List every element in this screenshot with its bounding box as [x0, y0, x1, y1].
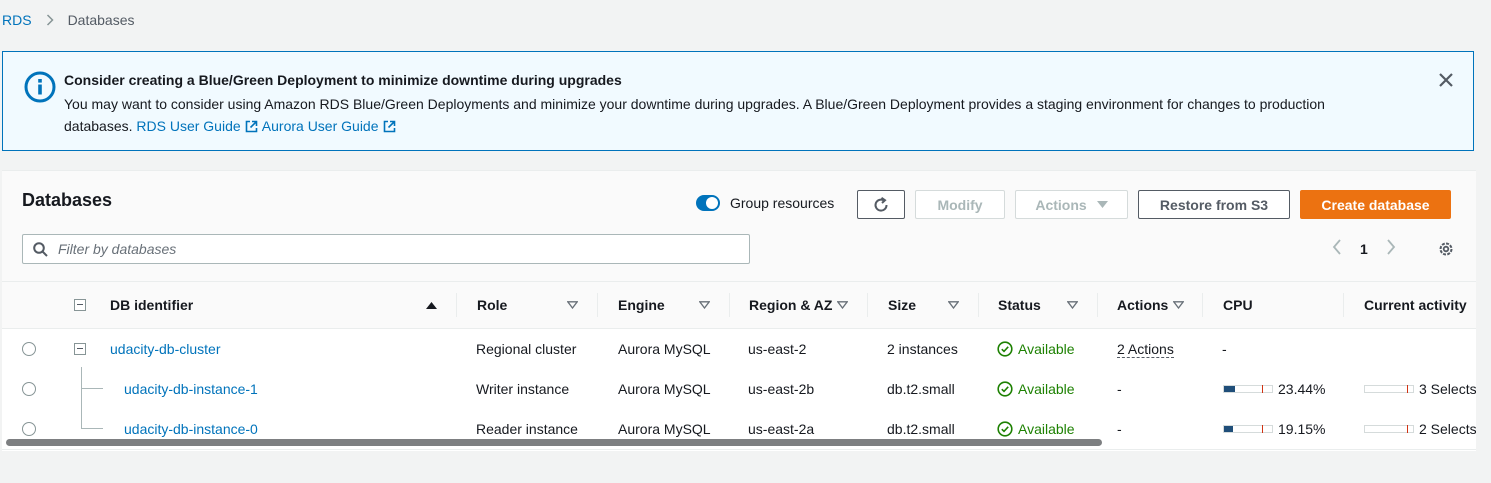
alert-body: You may want to consider using Amazon RD… — [64, 93, 1384, 139]
collapse-all-icon[interactable] — [74, 299, 86, 311]
activity-cell: 3 Selects/ — [1364, 369, 1476, 409]
info-icon — [24, 71, 56, 103]
external-link-icon — [245, 117, 258, 139]
refresh-button[interactable] — [857, 190, 905, 219]
column-status[interactable]: Status — [998, 282, 1041, 328]
chevron-right-icon[interactable] — [1386, 239, 1396, 258]
sort-icon[interactable] — [699, 282, 710, 328]
column-actions[interactable]: Actions — [1117, 282, 1168, 328]
aurora-user-guide-link[interactable]: Aurora User Guide — [262, 118, 379, 134]
pagination: 1 — [1332, 239, 1396, 258]
cpu-utilization-bar — [1223, 425, 1273, 433]
table-header: DB identifier Role Engine Region & AZ Si… — [2, 282, 1476, 329]
column-size[interactable]: Size — [888, 282, 916, 328]
chevron-right-icon — [46, 14, 54, 26]
activity-cell: 2 Selects/ — [1364, 409, 1476, 449]
tree-connector — [81, 428, 103, 429]
check-circle-icon — [997, 421, 1013, 437]
tree-connector — [81, 388, 103, 389]
activity-bar — [1364, 425, 1414, 433]
group-resources-label: Group resources — [730, 195, 835, 211]
check-circle-icon — [997, 381, 1013, 397]
sort-icon[interactable] — [1067, 282, 1078, 328]
role-cell: Writer instance — [476, 381, 570, 397]
role-cell: Regional cluster — [476, 341, 577, 357]
activity-value: 3 Selects/ — [1419, 381, 1476, 397]
rds-user-guide-link[interactable]: RDS User Guide — [136, 118, 240, 134]
external-link-icon — [383, 117, 396, 139]
horizontal-scrollbar[interactable] — [6, 439, 1102, 446]
collapse-row-icon[interactable] — [74, 343, 86, 355]
column-engine[interactable]: Engine — [618, 282, 665, 328]
sort-icon[interactable] — [567, 282, 578, 328]
refresh-icon — [874, 196, 888, 212]
actions-cell: - — [1117, 421, 1122, 437]
engine-cell: Aurora MySQL — [618, 341, 711, 357]
activity-bar — [1364, 385, 1414, 393]
select-all-checkbox[interactable] — [74, 282, 86, 328]
sort-ascending-icon[interactable] — [426, 282, 437, 328]
cpu-cell: - — [1222, 341, 1227, 357]
column-role[interactable]: Role — [477, 282, 507, 328]
page-number[interactable]: 1 — [1360, 241, 1368, 257]
create-database-button[interactable]: Create database — [1300, 190, 1451, 219]
actions-dropdown-button[interactable]: Actions — [1015, 190, 1128, 219]
toggle-switch[interactable] — [696, 195, 720, 211]
row-radio[interactable] — [22, 342, 36, 356]
engine-cell: Aurora MySQL — [618, 381, 711, 397]
cpu-value: 23.44% — [1278, 381, 1326, 397]
db-identifier-link[interactable]: udacity-db-cluster — [110, 329, 221, 369]
filter-databases-input[interactable] — [22, 234, 750, 264]
group-resources-toggle[interactable]: Group resources — [696, 195, 834, 211]
table-row[interactable]: udacity-db-cluster Regional cluster Auro… — [2, 329, 1476, 370]
sort-icon[interactable] — [837, 282, 848, 328]
breadcrumb-rds-link[interactable]: RDS — [2, 12, 32, 28]
check-circle-icon — [997, 341, 1013, 357]
row-radio[interactable] — [22, 382, 36, 396]
region-cell: us-east-2b — [748, 381, 815, 397]
status-badge: Available — [997, 329, 1075, 369]
search-icon — [33, 241, 48, 257]
activity-value: 2 Selects/ — [1419, 421, 1476, 437]
sort-icon[interactable] — [948, 282, 959, 328]
cpu-cell: 19.15% — [1223, 409, 1325, 449]
panel-header: Databases Group resources Modify Actions… — [2, 171, 1476, 282]
tree-connector — [81, 367, 82, 428]
status-badge: Available — [997, 369, 1075, 409]
close-icon[interactable] — [1437, 71, 1455, 89]
size-cell: 2 instances — [887, 341, 958, 357]
blue-green-info-alert: Consider creating a Blue/Green Deploymen… — [2, 51, 1474, 151]
column-db-identifier[interactable]: DB identifier — [110, 282, 193, 328]
column-cpu[interactable]: CPU — [1223, 282, 1253, 328]
cpu-utilization-bar — [1223, 385, 1273, 393]
panel-title: Databases — [22, 190, 113, 210]
column-region-az[interactable]: Region & AZ — [749, 282, 832, 328]
filter-input[interactable] — [56, 240, 700, 258]
db-identifier-link[interactable]: udacity-db-instance-1 — [124, 369, 258, 409]
size-cell: db.t2.small — [887, 381, 955, 397]
databases-panel: Databases Group resources Modify Actions… — [2, 170, 1476, 451]
breadcrumb: RDS Databases — [2, 12, 135, 28]
cpu-cell: 23.44% — [1223, 369, 1325, 409]
table-row[interactable]: udacity-db-instance-1 Writer instance Au… — [2, 369, 1476, 410]
actions-label: Actions — [1035, 196, 1087, 213]
caret-down-icon — [1096, 200, 1108, 209]
actions-count[interactable]: 2 Actions — [1117, 341, 1174, 358]
alert-title: Consider creating a Blue/Green Deploymen… — [64, 72, 622, 88]
sort-icon[interactable] — [1173, 282, 1184, 328]
modify-button[interactable]: Modify — [915, 190, 1005, 219]
breadcrumb-current: Databases — [67, 12, 135, 28]
restore-from-s3-button[interactable]: Restore from S3 — [1138, 190, 1290, 219]
cpu-value: 19.15% — [1278, 421, 1326, 437]
chevron-left-icon[interactable] — [1332, 239, 1342, 258]
region-cell: us-east-2 — [748, 341, 807, 357]
column-current-activity[interactable]: Current activity — [1364, 282, 1467, 328]
actions-cell: - — [1117, 381, 1122, 397]
gear-icon[interactable] — [1437, 240, 1455, 261]
row-radio[interactable] — [22, 422, 36, 436]
